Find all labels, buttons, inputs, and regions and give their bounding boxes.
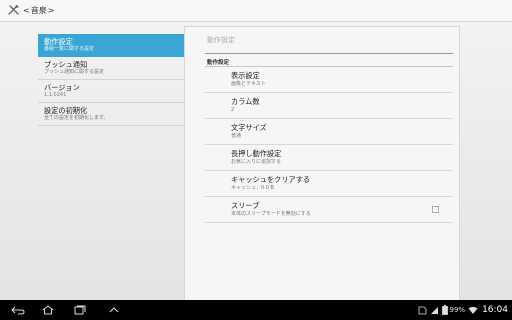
pref-title: 長押し動作設定 (231, 149, 282, 158)
more-button[interactable] (106, 304, 122, 316)
section-header: 動作設定 (207, 60, 230, 66)
pref-title: 文字サイズ (231, 123, 267, 132)
pref-title: スリープ (231, 201, 260, 210)
pref-summary: 本体のスリープモードを無効にする (231, 211, 311, 217)
category-title: 動作設定 (44, 37, 73, 46)
pref-long-press[interactable]: 長押し動作設定 お気に入りに追加する (205, 145, 453, 171)
category-title: バージョン (44, 83, 80, 92)
pref-summary: 普通 (231, 133, 242, 139)
forward-caret-icon: > (47, 6, 55, 15)
recent-apps-icon (74, 305, 86, 315)
battery-percent: 99% (449, 306, 466, 314)
system-nav-bar: 99% 16:04 (0, 300, 512, 320)
pref-column-count[interactable]: カラム数 2 (205, 93, 453, 119)
settings-content: 動作設定 番組一覧に関する設定 プッシュ通知 プッシュ通知に関する設定 バージョ… (0, 22, 512, 300)
chevron-up-icon (109, 307, 119, 313)
pref-summary: キャッシュ：0.0 B (231, 185, 274, 191)
category-item-reset[interactable]: 設定の初期化 全ての設定を初期化します。 (38, 103, 184, 126)
clock: 16:04 (482, 305, 508, 315)
pref-summary: 画像とテキスト (231, 81, 266, 87)
tools-icon[interactable] (6, 4, 20, 18)
detail-title: 動作設定 (207, 36, 235, 44)
pref-title: 表示設定 (231, 71, 260, 80)
pref-summary: 2 (231, 107, 235, 113)
preference-list: 表示設定 画像とテキスト カラム数 2 文字サイズ 普通 長押し動作設定 お気に… (205, 67, 453, 223)
back-icon (11, 306, 25, 314)
pref-font-size[interactable]: 文字サイズ 普通 (205, 119, 453, 145)
pref-sleep[interactable]: スリープ 本体のスリープモードを無効にする (205, 197, 453, 223)
category-item-operation[interactable]: 動作設定 番組一覧に関する設定 (38, 34, 184, 57)
signal-icon (430, 306, 438, 314)
category-subtitle: 1.1.0241 (44, 92, 67, 98)
pref-display-setting[interactable]: 表示設定 画像とテキスト (205, 67, 453, 93)
pref-title: キャッシュをクリアする (231, 175, 311, 184)
recent-apps-button[interactable] (72, 304, 88, 316)
back-caret-icon: < (23, 6, 30, 15)
home-icon (42, 305, 54, 315)
pref-title: カラム数 (231, 97, 260, 106)
title-divider (205, 53, 453, 54)
pref-clear-cache[interactable]: キャッシュをクリアする キャッシュ：0.0 B (205, 171, 453, 197)
category-subtitle: 全ての設定を初期化します。 (44, 115, 109, 121)
pref-summary: お気に入りに追加する (231, 159, 282, 165)
back-button[interactable] (10, 304, 26, 316)
category-list: 動作設定 番組一覧に関する設定 プッシュ通知 プッシュ通知に関する設定 バージョ… (38, 34, 184, 126)
settings-detail-pane: 動作設定 動作設定 表示設定 画像とテキスト カラム数 2 文字サイズ 普通 長… (184, 26, 460, 300)
action-bar: < 音泉 > (0, 0, 512, 22)
status-area: 99% 16:04 (418, 300, 508, 320)
category-item-push[interactable]: プッシュ通知 プッシュ通知に関する設定 (38, 57, 184, 80)
sleep-checkbox[interactable] (432, 206, 439, 213)
category-subtitle: 番組一覧に関する設定 (44, 46, 95, 52)
wifi-icon (468, 306, 478, 314)
category-subtitle: プッシュ通知に関する設定 (44, 69, 105, 75)
up-navigation[interactable]: < 音泉 > (23, 5, 54, 16)
sim-icon (418, 306, 426, 314)
battery-icon (441, 305, 448, 315)
up-title: 音泉 (30, 6, 47, 15)
category-title: プッシュ通知 (44, 60, 88, 69)
home-button[interactable] (40, 304, 56, 316)
category-item-version[interactable]: バージョン 1.1.0241 (38, 80, 184, 103)
category-title: 設定の初期化 (44, 106, 88, 115)
